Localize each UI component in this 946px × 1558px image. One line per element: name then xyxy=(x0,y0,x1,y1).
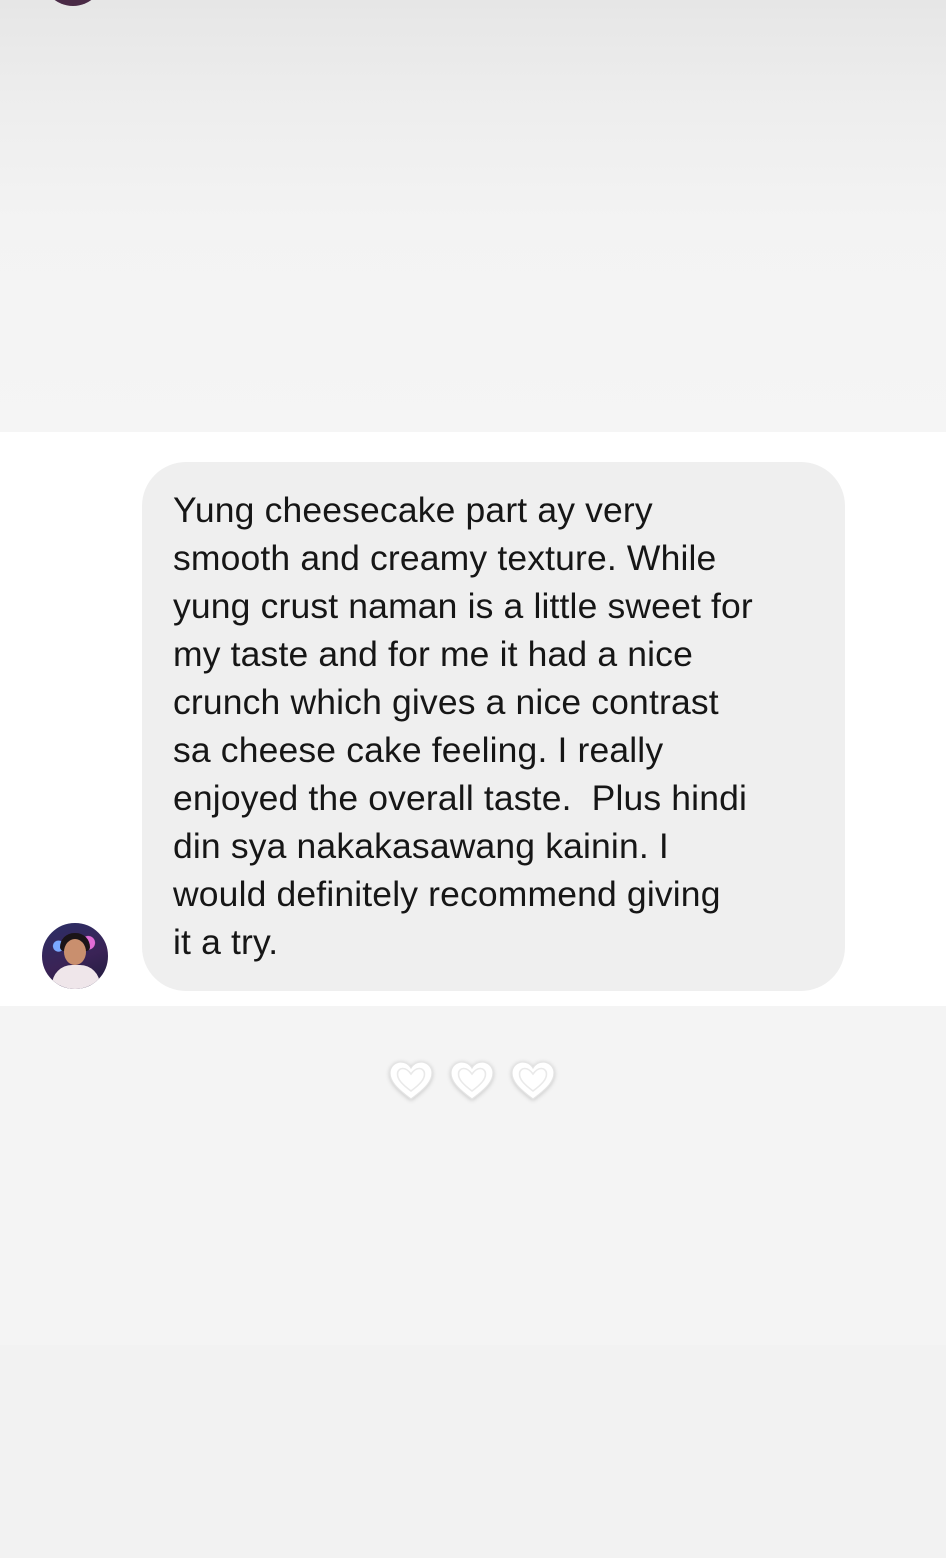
previous-avatar-fragment xyxy=(42,0,104,6)
sender-avatar[interactable] xyxy=(40,921,110,991)
message-bubble[interactable]: Yung cheesecake part ay very smooth and … xyxy=(142,462,845,991)
heart-reaction-button[interactable] xyxy=(386,1056,436,1106)
heart-outline-icon xyxy=(389,1061,433,1100)
previous-content-area xyxy=(0,0,946,432)
heart-reaction-button[interactable] xyxy=(508,1056,558,1106)
message-line: sa cheese cake feeling. I really xyxy=(173,730,664,770)
message-line: it a try. xyxy=(173,922,279,962)
message-line: Yung cheesecake part ay very xyxy=(173,490,653,530)
message-line: would definitely recommend giving xyxy=(173,874,721,914)
reaction-bar xyxy=(386,1056,558,1106)
heart-outline-icon xyxy=(450,1061,494,1100)
bottom-area xyxy=(0,1345,946,1558)
message-line: din sya nakakasawang kainin. I xyxy=(173,826,669,866)
heart-outline-icon xyxy=(511,1061,555,1100)
message-line: smooth and creamy texture. While xyxy=(173,538,717,578)
message-line: crunch which gives a nice contrast xyxy=(173,682,719,722)
message-line: my taste and for me it had a nice xyxy=(173,634,693,674)
message-line: yung crust naman is a little sweet for xyxy=(173,586,753,626)
avatar-face xyxy=(64,939,86,965)
heart-reaction-button[interactable] xyxy=(447,1056,497,1106)
avatar-body xyxy=(52,965,100,989)
message-line: enjoyed the overall taste. Plus hindi xyxy=(173,778,748,818)
message-text: Yung cheesecake part ay very smooth and … xyxy=(173,486,817,966)
